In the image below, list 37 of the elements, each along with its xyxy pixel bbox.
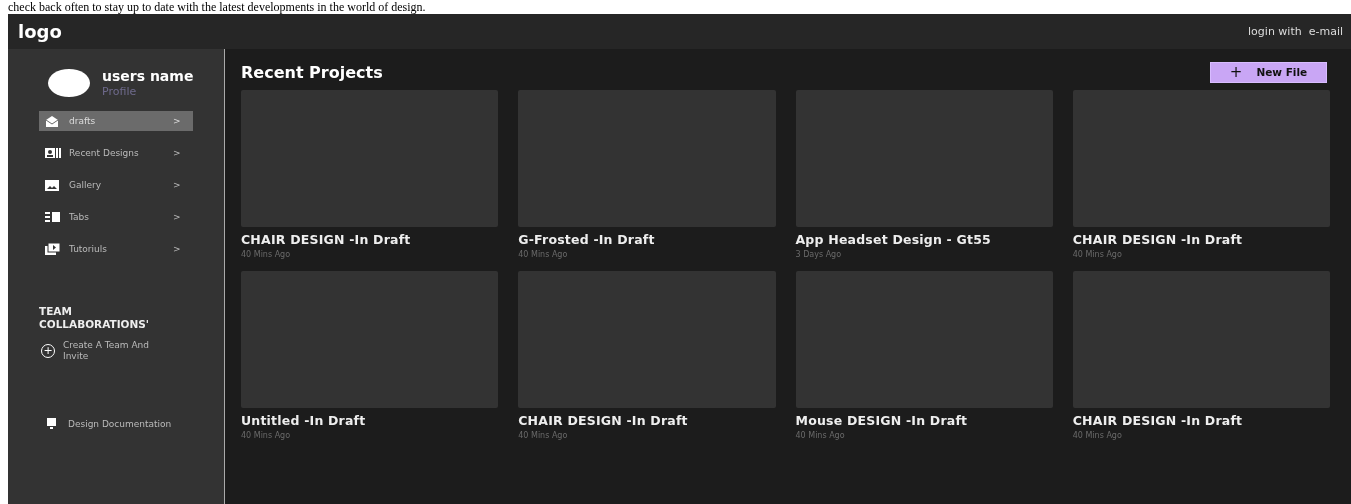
project-title: CHAIR DESIGN -In Draft [241,232,412,247]
contact-card-icon [45,148,61,158]
project-title: App Headset Design - Gt55 [795,232,992,247]
sidebar-item[interactable]: Tutoriuls > [39,239,193,259]
section-title: Recent Projects [241,62,383,82]
avatar [48,69,90,97]
project-title: Untitled -In Draft [241,413,367,428]
team-heading: TEAM COLLABORATIONS' [39,305,151,331]
monitor-icon [47,418,56,429]
project-time: 40 Mins Ago [795,431,846,440]
sidebar-item[interactable]: Recent Designs > [39,143,193,163]
new-file-button[interactable]: + New File [1210,61,1327,83]
project-time: 40 Mins Ago [1072,431,1123,440]
sidebar-item[interactable]: Gallery > [39,175,193,195]
login-link[interactable]: login with e-mail [1248,25,1343,38]
documentation-link[interactable]: Design Documentation [68,418,172,429]
project-time: 40 Mins Ago [518,431,569,440]
project-title: Mouse DESIGN -In Draft [795,413,969,428]
project-title: CHAIR DESIGN -In Draft [1072,232,1244,247]
logo: logo [18,21,62,42]
user-name: users name [102,68,194,84]
project-time: 40 Mins Ago [518,250,569,259]
project-title: G-Frosted -In Draft [518,232,656,247]
sidebar-item[interactable]: Tabs > [39,207,193,227]
image-icon [45,179,59,191]
video-icon [45,243,60,255]
create-team-link[interactable]: Create A Team And Invite [63,340,173,362]
project-time: 40 Mins Ago [241,250,292,259]
project-time: 40 Mins Ago [241,431,292,440]
caption-text: check back often to stay up to date with the latest developments in the world of design. [8,0,427,14]
project-title: CHAIR DESIGN -In Draft [518,413,689,428]
envelope-icon [45,115,59,127]
columns-icon [45,212,60,222]
sidebar-item[interactable]: drafts > [39,111,193,131]
project-time: 3 Days Ago [795,250,843,259]
project-time: 40 Mins Ago [1072,250,1123,259]
project-title: CHAIR DESIGN -In Draft [1072,413,1244,428]
